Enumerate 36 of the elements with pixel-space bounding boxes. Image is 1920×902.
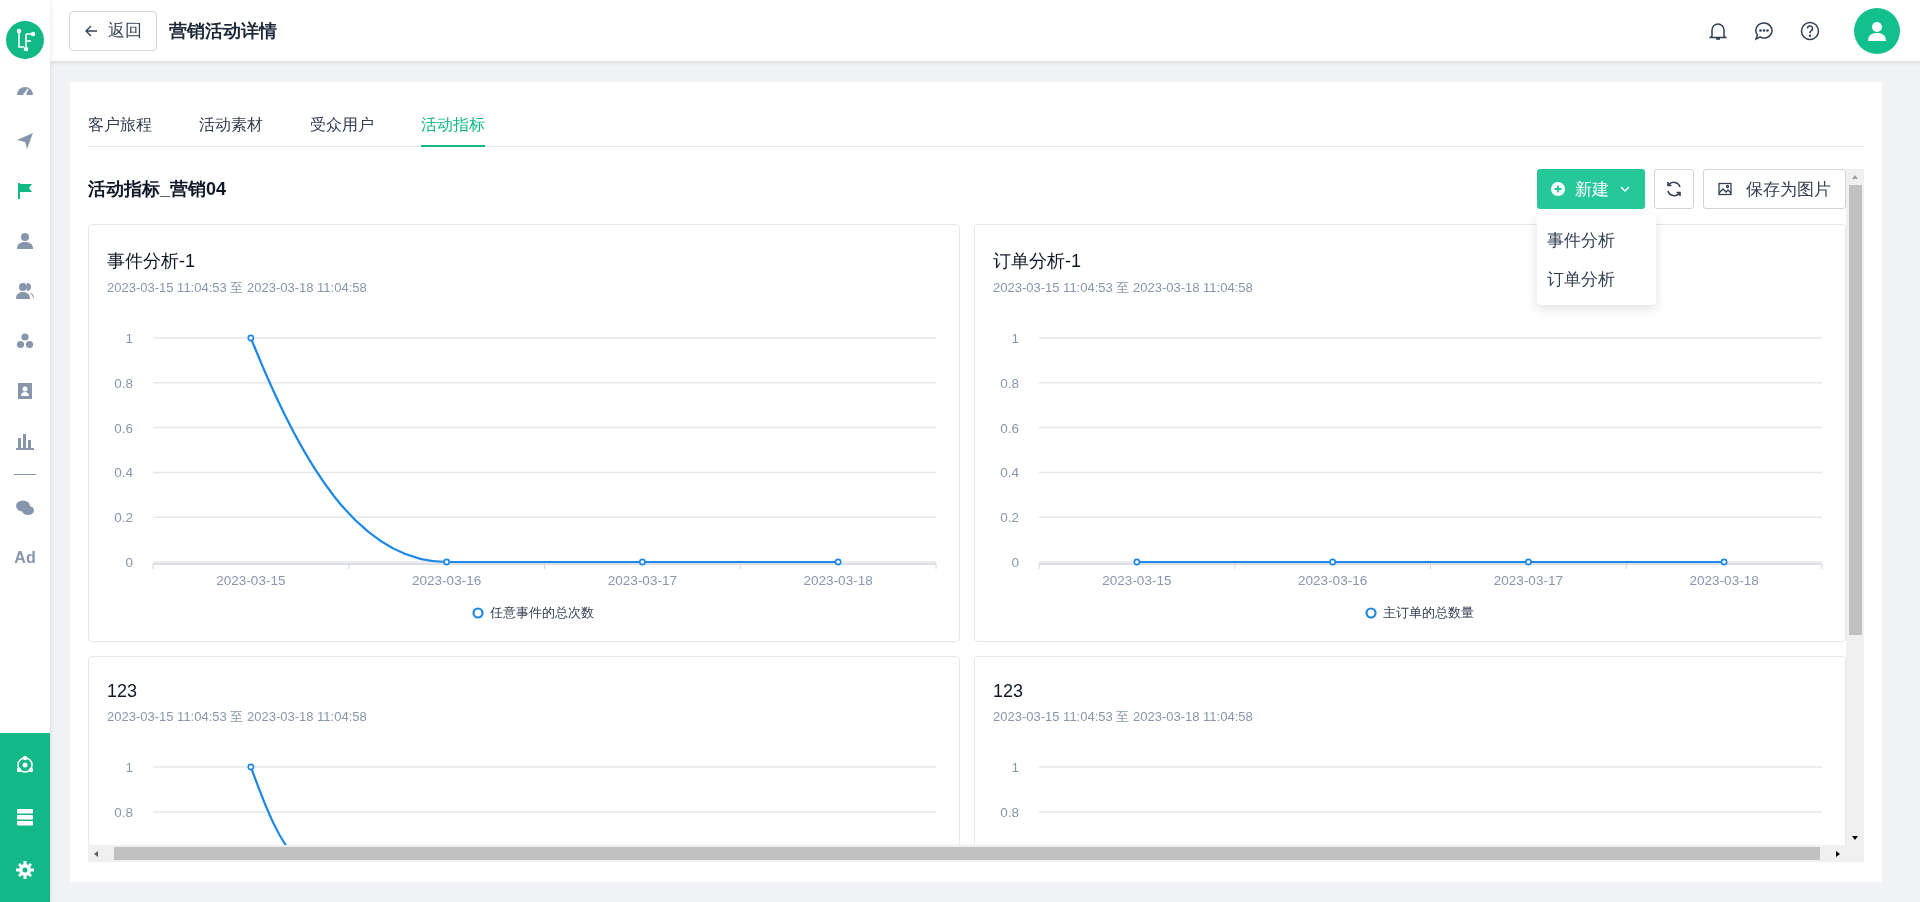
y-tick-label: 0.2 xyxy=(1000,510,1019,526)
y-tick-label: 0.8 xyxy=(1000,375,1019,391)
y-tick-label: 0.8 xyxy=(114,805,133,820)
y-tick-label: 0 xyxy=(1011,555,1019,570)
chart-title: 123 xyxy=(107,681,138,702)
y-tick-label: 0.6 xyxy=(114,420,133,436)
y-tick-label: 0.4 xyxy=(1000,465,1019,481)
y-tick-label: 0.4 xyxy=(114,465,133,481)
y-tick-label: 0.2 xyxy=(114,510,133,526)
date-range: 2023-03-15 11:04:53 至 2023-03-18 11:04:58 xyxy=(993,708,1253,726)
page-title: 营销活动详情 xyxy=(169,19,277,43)
y-tick-label: 0 xyxy=(125,555,133,570)
y-tick-label: 1 xyxy=(1011,331,1019,346)
date-range: 2023-03-15 11:04:53 至 2023-03-18 11:04:58 xyxy=(107,279,367,297)
legend-label: 任意事件的总次数 xyxy=(490,604,594,622)
y-tick-label: 0.8 xyxy=(114,375,133,391)
x-tick-label: 2023-03-16 xyxy=(412,573,482,588)
x-tick-label: 2023-03-15 xyxy=(216,573,286,588)
chart-title: 订单分析-1 xyxy=(993,250,1081,273)
date-range: 2023-03-15 11:04:53 至 2023-03-18 11:04:58 xyxy=(107,708,367,726)
date-range: 2023-03-15 11:04:53 至 2023-03-18 11:04:58 xyxy=(993,279,1253,297)
y-tick-label: 1 xyxy=(1011,760,1019,775)
legend-label: 主订单的总数量 xyxy=(1382,604,1474,622)
x-tick-label: 2023-03-17 xyxy=(1493,573,1563,588)
x-tick-label: 2023-03-17 xyxy=(607,573,677,588)
x-tick-label: 2023-03-18 xyxy=(1689,573,1759,588)
y-tick-label: 0.8 xyxy=(1000,805,1019,820)
x-tick-label: 2023-03-18 xyxy=(803,573,873,588)
chart-title: 123 xyxy=(993,681,1024,702)
chart-title: 事件分析-1 xyxy=(107,250,195,273)
x-tick-label: 2023-03-15 xyxy=(1102,573,1172,588)
section-title: 活动指标_营销04 xyxy=(88,178,227,201)
x-tick-label: 2023-03-16 xyxy=(1298,573,1368,588)
y-tick-label: 1 xyxy=(125,331,133,346)
y-tick-label: 0.6 xyxy=(1000,420,1019,436)
y-tick-label: 1 xyxy=(125,760,133,775)
